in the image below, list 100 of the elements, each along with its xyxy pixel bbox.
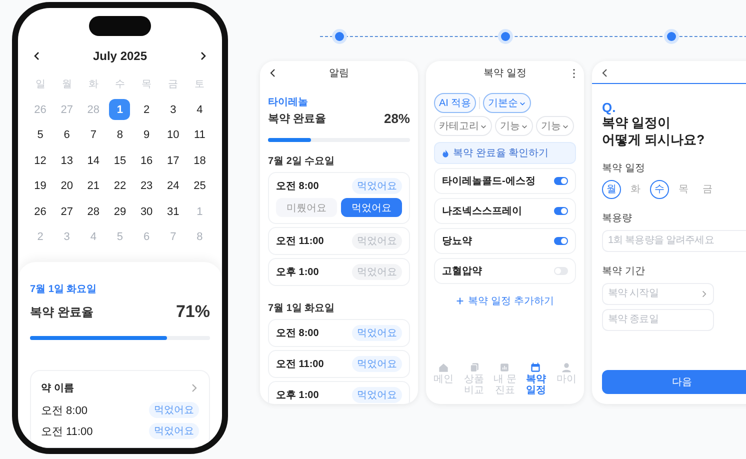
status-badge: 먹었어요	[149, 402, 199, 418]
weekday-label: 일	[35, 78, 46, 92]
dose-card[interactable]: 오후 1:00 먹었어요	[268, 381, 410, 404]
calendar-day[interactable]: 28	[82, 201, 104, 222]
calendar-day[interactable]: 3	[162, 99, 184, 120]
banner-text: 복약 완료율 확인하기	[453, 147, 549, 160]
calendar-day[interactable]: 23	[136, 176, 158, 197]
dose-time: 오전 8:00	[276, 327, 319, 340]
medicine-name: 당뇨약	[442, 235, 472, 248]
step-dot	[334, 32, 344, 41]
dose-input-field[interactable]: 1회 복용량을 알려주세요	[602, 230, 746, 252]
dose-time: 오전 11:00	[276, 358, 324, 371]
flame-icon	[442, 148, 449, 158]
weekday-label: 화	[88, 78, 98, 92]
date-field[interactable]: 복약 시작일	[602, 282, 714, 305]
calendar-day[interactable]: 13	[56, 150, 78, 172]
toggle-switch[interactable]	[554, 267, 568, 275]
home-icon	[438, 362, 449, 373]
calendar-day[interactable]: 6	[56, 124, 78, 146]
weekday-label: 토	[194, 78, 205, 92]
status-badge: 먹었어요	[352, 325, 402, 341]
more-menu-icon[interactable]	[572, 68, 576, 79]
month-title: July 2025	[92, 48, 148, 63]
calendar-day[interactable]: 25	[189, 176, 210, 197]
calendar-day[interactable]: 20	[56, 176, 78, 197]
calendar-day[interactable]: 7	[82, 124, 104, 146]
dropdown-chip[interactable]: 카테고리	[434, 116, 492, 136]
status-badge: 먹었어요	[352, 233, 402, 249]
date-label: 7월 1일 화요일	[30, 283, 97, 296]
dropdown-chip[interactable]: 기능	[536, 116, 574, 136]
toggle-switch[interactable]	[554, 237, 568, 245]
next-button[interactable]: 다음	[602, 370, 746, 394]
calendar-day[interactable]: 31	[162, 201, 184, 222]
status-badge: 먹었어요	[352, 178, 402, 194]
back-icon[interactable]	[600, 68, 610, 78]
weekday-toggle[interactable]: 수	[650, 180, 669, 199]
calendar-day[interactable]: 15	[109, 150, 130, 172]
question-mark-label: Q.	[602, 100, 617, 115]
weekday-toggle[interactable]: 월	[602, 180, 621, 199]
dose-card[interactable]: 오전 11:00 먹었어요	[268, 350, 410, 378]
calendar-icon	[530, 362, 542, 373]
medicine-name: 약 이름	[41, 382, 74, 395]
dropdown-chip[interactable]: 기본순	[483, 93, 532, 113]
calendar-day[interactable]: 22	[109, 176, 130, 197]
date-heading: 7월 1일 화요일	[268, 302, 335, 315]
calendar-day[interactable]: 30	[136, 201, 158, 222]
caret-icon	[480, 122, 487, 130]
chart-icon	[499, 362, 510, 373]
weekday-label: 금	[168, 78, 178, 92]
dose-card[interactable]: 오전 11:00 먹었어요	[268, 227, 410, 255]
dropdown-chip[interactable]: 기능	[495, 116, 533, 136]
calendar-day[interactable]: 21	[82, 176, 104, 197]
dose-card[interactable]: 오전 8:00 먹었어요	[268, 319, 410, 347]
calendar-day[interactable]: 2	[136, 99, 158, 120]
completion-percent: 71%	[176, 302, 210, 322]
answer-button[interactable]: 먹었어요	[341, 198, 402, 217]
dose-time: 오전 11:00	[276, 235, 324, 248]
status-badge: 먹었어요	[352, 356, 402, 372]
calendar-day[interactable]: 8	[109, 124, 130, 146]
calendar-day[interactable]: 10	[162, 124, 184, 146]
nav-tab[interactable]: 복약 일정	[520, 362, 552, 396]
dose-time: 오후 1:00	[276, 389, 319, 402]
calendar-day[interactable]: 4	[189, 99, 210, 120]
calendar-day[interactable]: 11	[189, 124, 210, 146]
medicine-name: 타이레놀콜드-에스정	[442, 175, 536, 188]
field-label: 복약 기간	[602, 264, 646, 278]
question-text: 복약 일정이 어떻게 되시나요?	[602, 115, 706, 149]
chevron-left-icon[interactable]	[32, 50, 42, 61]
toggle-switch[interactable]	[554, 207, 568, 215]
calendar-day[interactable]: 26	[30, 201, 51, 222]
calendar-day[interactable]: 12	[30, 150, 51, 172]
filter-chip[interactable]: AI 적용	[434, 93, 476, 113]
dose-time: 오후 1:00	[276, 266, 319, 279]
calendar-day[interactable]: 29	[109, 201, 130, 222]
toggle-switch[interactable]	[554, 177, 568, 185]
weekday-label: 수	[114, 78, 125, 92]
dose-card[interactable]: 오전 8:00 먹었어요 미뤘어요 먹었어요	[268, 172, 410, 224]
step-dot	[500, 32, 510, 41]
person-icon	[561, 362, 572, 373]
info-banner[interactable]: 복약 완료율 확인하기	[434, 142, 576, 164]
calendar-day[interactable]: 19	[30, 176, 51, 197]
drug-label: 타이레놀	[268, 96, 308, 109]
completion-title: 복약 완료율	[268, 112, 326, 126]
calendar-day[interactable]: 27	[56, 201, 78, 222]
caret-icon	[562, 122, 569, 130]
calendar-day[interactable]: 9	[136, 124, 158, 146]
calendar-day[interactable]: 24	[162, 176, 184, 197]
back-icon[interactable]	[268, 68, 278, 78]
calendar-day[interactable]: 14	[82, 150, 104, 172]
date-field[interactable]: 복약 종료일	[602, 308, 714, 331]
calendar-day[interactable]: 16	[136, 150, 158, 172]
dose-card[interactable]: 오후 1:00 먹었어요	[268, 258, 410, 286]
add-schedule-link[interactable]: 복약 일정 추가하기	[456, 294, 554, 308]
calendar-day[interactable]: 18	[189, 150, 210, 172]
date-heading: 7월 2일 수요일	[268, 155, 335, 168]
status-badge: 먹었어요	[149, 423, 199, 439]
calendar-day[interactable]: 5	[30, 124, 51, 146]
caret-icon	[519, 100, 526, 106]
weekday-label: 월	[62, 78, 72, 92]
calendar-day[interactable]: 17	[162, 150, 184, 172]
